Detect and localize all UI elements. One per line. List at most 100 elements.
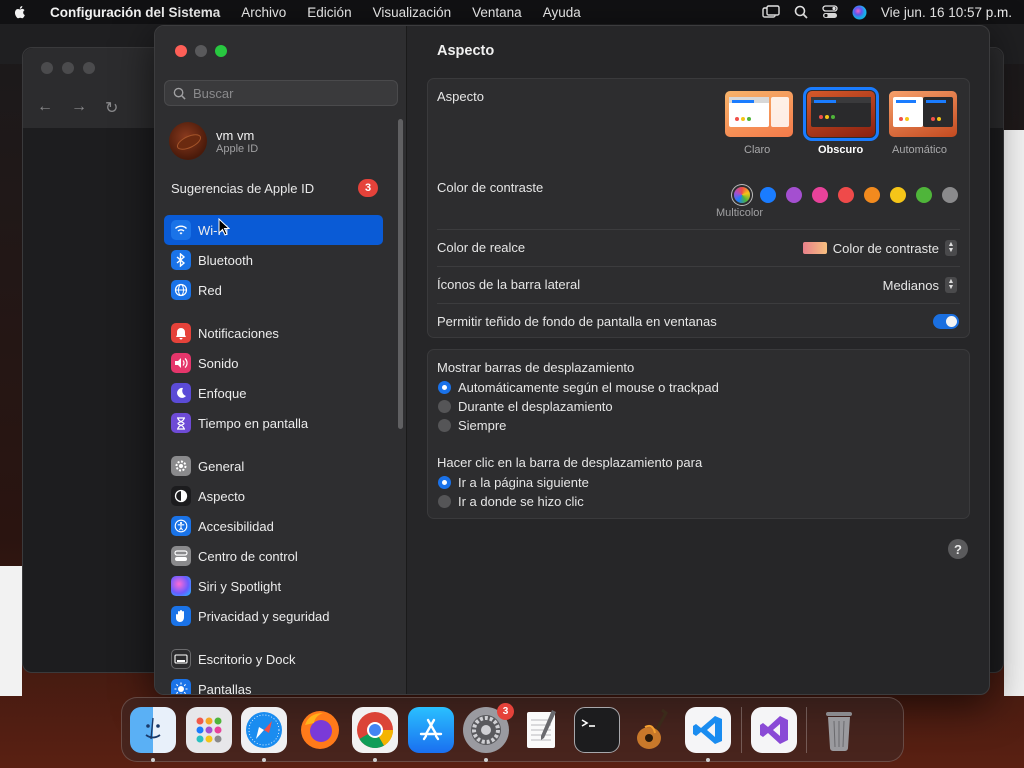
- siri-icon[interactable]: [852, 5, 867, 20]
- close-button[interactable]: [175, 45, 187, 57]
- avatar: [169, 122, 207, 160]
- appearance-option-auto[interactable]: [889, 91, 957, 137]
- apple-menu-icon[interactable]: [12, 4, 28, 20]
- app-store-icon[interactable]: [407, 706, 454, 753]
- back-arrow-icon[interactable]: ←: [37, 98, 53, 118]
- sidebar-item-label: Aspecto: [198, 488, 245, 504]
- tinting-label: Permitir teñido de fondo de pantalla en …: [437, 314, 717, 329]
- running-indicator: [706, 757, 710, 762]
- terminal-icon[interactable]: [574, 706, 620, 753]
- spotlight-search-icon[interactable]: [794, 5, 808, 19]
- scrollbars-option-auto[interactable]: Automáticamente según el mouse o trackpa…: [438, 380, 719, 395]
- minimize-button[interactable]: [195, 45, 207, 57]
- forward-arrow-icon[interactable]: →: [71, 98, 87, 118]
- sidebar-item-notificaciones[interactable]: Notificaciones: [164, 318, 383, 348]
- swatch-multicolor[interactable]: [734, 187, 750, 203]
- sidebar-item-aspecto[interactable]: Aspecto: [164, 481, 383, 511]
- sidebar-item-centro-de-control[interactable]: Centro de control: [164, 541, 383, 571]
- system-settings-icon[interactable]: 3: [463, 702, 514, 762]
- hand-icon: [171, 606, 191, 626]
- sidebar-item-bluetooth[interactable]: Bluetooth: [164, 245, 383, 275]
- sidebar-item-tiempo-en-pantalla[interactable]: Tiempo en pantalla: [164, 408, 383, 438]
- sidebar-item-siri-y-spotlight[interactable]: Siri y Spotlight: [164, 571, 383, 601]
- sidebar-item-label: Sonido: [198, 355, 239, 371]
- apple-id-account[interactable]: vm vm Apple ID: [169, 122, 258, 160]
- menubar-clock[interactable]: Vie jun. 16 10:57 p.m.: [881, 5, 1012, 20]
- globe-icon: [171, 280, 191, 300]
- sidebar-item-label: Pantallas: [198, 681, 252, 695]
- menu-archivo[interactable]: Archivo: [241, 5, 286, 20]
- reload-icon[interactable]: ↻: [105, 98, 118, 118]
- control-center-icon[interactable]: [822, 5, 838, 19]
- sidebar-item-sonido[interactable]: Sonido: [164, 348, 383, 378]
- sidebar-item-enfoque[interactable]: Enfoque: [164, 378, 383, 408]
- menu-edicion[interactable]: Edición: [307, 5, 351, 20]
- dock: 3: [121, 697, 904, 762]
- garageband-icon[interactable]: [630, 707, 676, 753]
- click-scroll-option-clicked-spot[interactable]: Ir a donde se hizo clic: [438, 494, 584, 509]
- app-menu[interactable]: Configuración del Sistema: [50, 5, 220, 20]
- control-center-icon: [171, 546, 191, 566]
- suggestions-badge: 3: [358, 179, 378, 197]
- sidebar-item-label: Privacidad y seguridad: [198, 608, 330, 624]
- help-button[interactable]: ?: [948, 539, 968, 559]
- search-field[interactable]: [164, 80, 398, 106]
- system-settings-window: vm vm Apple ID Sugerencias de Apple ID 3…: [154, 25, 990, 695]
- appearance-option-auto-label: Automático: [892, 144, 948, 156]
- apple-id-suggestions[interactable]: Sugerencias de Apple ID 3: [171, 179, 378, 197]
- sidebar-scrollbar[interactable]: [398, 119, 403, 429]
- sidebar-item-wifi[interactable]: Wi-Fi: [164, 215, 383, 245]
- click-scroll-option-next-page[interactable]: Ir a la página siguiente: [438, 475, 589, 490]
- scrollbars-option-always[interactable]: Siempre: [438, 418, 506, 433]
- swatch-blue[interactable]: [760, 187, 776, 203]
- swatch-pink[interactable]: [812, 187, 828, 203]
- sidebar-item-general[interactable]: General: [164, 451, 383, 481]
- chrome-icon[interactable]: [352, 706, 398, 762]
- contrast-color-swatches: [734, 187, 958, 203]
- visual-studio-icon[interactable]: [750, 706, 797, 753]
- moon-icon: [171, 383, 191, 403]
- sidebar-item-label: Escritorio y Dock: [198, 651, 296, 667]
- running-indicator: [151, 757, 155, 762]
- zoom-button[interactable]: [215, 45, 227, 57]
- browser-nav: ← → ↻: [37, 98, 118, 118]
- vscode-icon[interactable]: [685, 706, 731, 762]
- mouse-cursor-icon: [218, 218, 230, 236]
- sidebar-item-label: Red: [198, 282, 222, 298]
- contrast-color-label: Color de contraste: [437, 180, 544, 195]
- firefox-icon[interactable]: [297, 707, 343, 753]
- screen-mirroring-icon[interactable]: [762, 5, 780, 19]
- sidebar-item-privacidad-y-seguridad[interactable]: Privacidad y seguridad: [164, 601, 383, 631]
- menu-visualizacion[interactable]: Visualización: [373, 5, 452, 20]
- swatch-red[interactable]: [838, 187, 854, 203]
- swatch-green[interactable]: [916, 187, 932, 203]
- launchpad-icon[interactable]: [185, 706, 232, 753]
- sidebar-item-pantallas[interactable]: Pantallas: [164, 674, 383, 695]
- click-scroll-label: Hacer clic en la barra de desplazamiento…: [437, 455, 703, 470]
- scrollbars-option-scrolling[interactable]: Durante el desplazamiento: [438, 399, 613, 414]
- settings-badge: 3: [497, 702, 514, 720]
- swatch-graphite[interactable]: [942, 187, 958, 203]
- swatch-yellow[interactable]: [890, 187, 906, 203]
- display-icon: [171, 679, 191, 694]
- tinting-toggle[interactable]: [933, 314, 959, 329]
- trash-icon[interactable]: [816, 707, 862, 753]
- appearance-option-dark[interactable]: [803, 87, 879, 141]
- bell-icon: [171, 323, 191, 343]
- divider: [437, 303, 960, 304]
- sidebar-item-accesibilidad[interactable]: Accesibilidad: [164, 511, 383, 541]
- sidebar-item-escritorio-y-dock[interactable]: Escritorio y Dock: [164, 644, 383, 674]
- safari-icon[interactable]: [241, 706, 287, 762]
- sidebar-icons-select[interactable]: Medianos ▲ ▼: [883, 277, 957, 293]
- search-input[interactable]: [193, 85, 383, 101]
- sidebar-item-red[interactable]: Red: [164, 275, 383, 305]
- finder-icon[interactable]: [130, 706, 176, 762]
- swatch-purple[interactable]: [786, 187, 802, 203]
- menu-ayuda[interactable]: Ayuda: [543, 5, 581, 20]
- menu-ventana[interactable]: Ventana: [472, 5, 522, 20]
- appearance-option-light[interactable]: [725, 91, 793, 137]
- highlight-color-select[interactable]: Color de contraste ▲ ▼: [802, 240, 957, 256]
- scrollbars-label: Mostrar barras de desplazamiento: [437, 360, 635, 375]
- swatch-orange[interactable]: [864, 187, 880, 203]
- textedit-icon[interactable]: [519, 707, 565, 753]
